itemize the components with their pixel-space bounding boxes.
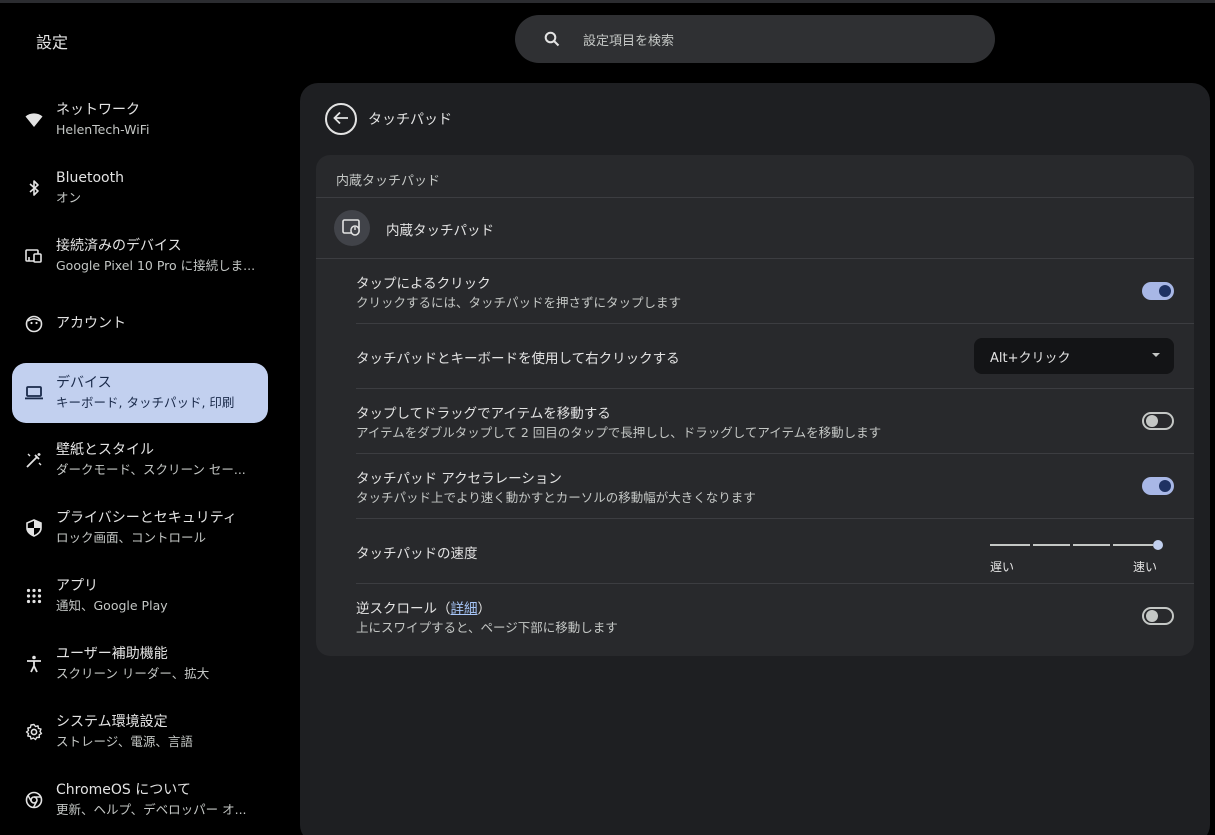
tap-to-click-toggle[interactable] (1142, 282, 1174, 300)
slider-max-label: 速い (1133, 560, 1158, 574)
sidebar-item-sublabel: オン (56, 190, 82, 205)
accessibility-icon (24, 654, 44, 674)
sidebar-item-sublabel: 更新、ヘルプ、デベロッパー オ... (56, 802, 247, 817)
sidebar-item-label: システム環境設定 (56, 714, 168, 730)
setting-label: タップしてドラッグでアイテムを移動する (356, 406, 611, 422)
back-button[interactable] (325, 103, 357, 135)
palette-icon (24, 450, 44, 470)
sidebar-item-label: Bluetooth (56, 170, 124, 186)
shield-icon (24, 518, 44, 538)
sidebar-item-sublabel: ダークモード、スクリーン セー... (56, 462, 246, 477)
sidebar-item-label: ネットワーク (56, 102, 140, 118)
setting-speed: タッチパッドの速度 遅い 速い (356, 518, 1194, 583)
sidebar-item-account[interactable]: アカウント (12, 294, 268, 354)
back-arrow-icon (333, 110, 349, 129)
setting-description: アイテムをダブルタップして 2 回目のタップで長押しし、ドラッグしてアイテムを移… (356, 425, 882, 440)
setting-acceleration: タッチパッド アクセラレーション タッチパッド上でより速く動かすとカーソルの移動… (356, 453, 1194, 518)
apps-grid-icon (24, 586, 44, 606)
sidebar-item-label: デバイス (56, 375, 112, 391)
right-click-select[interactable]: Alt+クリック (974, 338, 1174, 374)
sidebar-item-sublabel: 通知、Google Play (56, 598, 168, 613)
chevron-down-icon (1152, 353, 1160, 357)
sidebar-item-sublabel: キーボード, タッチパッド, 印刷 (56, 395, 235, 410)
app-title: 設定 (36, 33, 69, 52)
bluetooth-icon (24, 178, 44, 198)
slider-segment (1113, 544, 1153, 546)
speed-slider[interactable]: 遅い 速い (990, 534, 1174, 574)
wifi-icon (24, 110, 44, 130)
touchpad-card: 内蔵タッチパッド 内蔵タッチパッド タップによるクリック クリックするには、タッ… (316, 155, 1194, 656)
sidebar-item-sublabel: HelenTech-WiFi (56, 122, 150, 137)
setting-right-click: タッチパッドとキーボードを使用して右クリックする Alt+クリック (356, 323, 1194, 388)
search-icon (543, 30, 561, 48)
sidebar-item-label: ChromeOS について (56, 782, 191, 798)
setting-label: 逆スクロール（詳細） (356, 597, 491, 617)
setting-reverse-scroll: 逆スクロール（詳細） 上にスワイプすると、ページ下部に移動します (356, 583, 1194, 648)
sidebar-item-sublabel: ストレージ、電源、言語 (56, 734, 193, 749)
sidebar-item-apps[interactable]: アプリ 通知、Google Play (12, 566, 268, 626)
setting-label: タップによるクリック (356, 276, 491, 292)
setting-label: タッチパッド アクセラレーション (356, 471, 562, 487)
sidebar-item-device[interactable]: デバイス キーボード, タッチパッド, 印刷 (12, 363, 268, 423)
chrome-icon (24, 790, 44, 810)
sidebar-item-bluetooth[interactable]: Bluetooth オン (12, 158, 268, 218)
laptop-icon (24, 383, 44, 403)
select-value: Alt+クリック (990, 350, 1071, 366)
sidebar-item-accessibility[interactable]: ユーザー補助機能 スクリーン リーダー、拡大 (12, 634, 268, 694)
main-panel: タッチパッド 内蔵タッチパッド 内蔵タッチパッド タップによるクリック クリック… (300, 83, 1210, 835)
sidebar-item-system[interactable]: システム環境設定 ストレージ、電源、言語 (12, 702, 268, 762)
sidebar-item-privacy[interactable]: プライバシーとセキュリティ ロック画面、コントロール (12, 498, 268, 558)
reverse-scroll-toggle[interactable] (1142, 607, 1174, 625)
label-text: 逆スクロール（ (356, 601, 451, 617)
gear-icon (24, 722, 44, 742)
device-name: 内蔵タッチパッド (386, 223, 494, 239)
sidebar-item-about[interactable]: ChromeOS について 更新、ヘルプ、デベロッパー オ... (12, 770, 268, 830)
sidebar-item-label: アプリ (56, 578, 98, 594)
sidebar-item-sublabel: スクリーン リーダー、拡大 (56, 666, 210, 681)
setting-label: タッチパッドとキーボードを使用して右クリックする (356, 351, 680, 367)
sidebar-item-network[interactable]: ネットワーク HelenTech-WiFi (12, 90, 268, 150)
details-link[interactable]: 詳細 (451, 601, 478, 617)
label-text: ） (477, 601, 492, 617)
setting-tap-drag: タップしてドラッグでアイテムを移動する アイテムをダブルタップして 2 回目のタ… (356, 388, 1194, 453)
sidebar-item-label: 壁紙とスタイル (56, 442, 154, 458)
device-row: 内蔵タッチパッド (316, 198, 1194, 258)
page-title: タッチパッド (368, 112, 452, 128)
setting-description: 上にスワイプすると、ページ下部に移動します (356, 620, 618, 635)
sidebar-item-sublabel: Google Pixel 10 Pro に接続しま... (56, 258, 256, 273)
search-bar[interactable]: 設定項目を検索 (515, 15, 995, 63)
search-placeholder: 設定項目を検索 (583, 33, 675, 49)
slider-thumb[interactable] (1153, 540, 1163, 550)
acceleration-toggle[interactable] (1142, 477, 1174, 495)
slider-segment (990, 544, 1030, 546)
sidebar-item-label: ユーザー補助機能 (56, 646, 168, 662)
sidebar-item-sublabel: ロック画面、コントロール (56, 530, 207, 545)
tap-drag-toggle[interactable] (1142, 412, 1174, 430)
touchpad-device-icon (334, 210, 370, 246)
sidebar-item-connected-devices[interactable]: 接続済みのデバイス Google Pixel 10 Pro に接続しま... (12, 226, 268, 286)
slider-segment (1073, 544, 1110, 546)
sidebar-item-label: プライバシーとセキュリティ (56, 510, 237, 526)
setting-description: タッチパッド上でより速く動かすとカーソルの移動幅が大きくなります (356, 490, 756, 505)
slider-min-label: 遅い (990, 560, 1015, 574)
sidebar-item-wallpaper[interactable]: 壁紙とスタイル ダークモード、スクリーン セー... (12, 430, 268, 490)
sidebar-item-label: 接続済みのデバイス (56, 238, 182, 254)
setting-description: クリックするには、タッチパッドを押さずにタップします (356, 295, 682, 310)
setting-tap-to-click: タップによるクリック クリックするには、タッチパッドを押さずにタップします (356, 258, 1194, 323)
setting-label: タッチパッドの速度 (356, 546, 478, 562)
slider-segment (1033, 544, 1070, 546)
connected-devices-icon (24, 246, 44, 266)
window-top-border (0, 0, 1215, 3)
account-icon (24, 314, 44, 334)
sidebar-item-label: アカウント (56, 315, 126, 332)
card-header: 内蔵タッチパッド (336, 174, 441, 189)
